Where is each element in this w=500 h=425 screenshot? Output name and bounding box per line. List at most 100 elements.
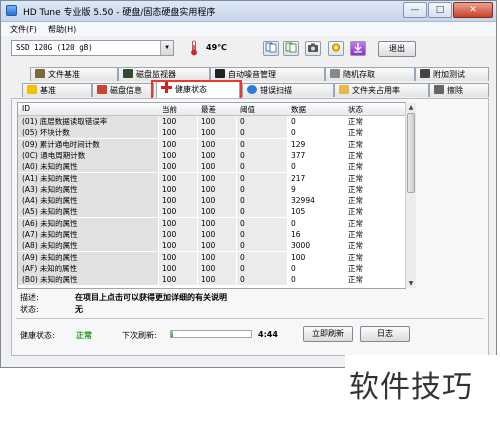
tab-label: 附加测试 — [433, 70, 465, 79]
chevron-down-icon[interactable]: ▼ — [160, 41, 173, 55]
description-label: 描述: — [20, 293, 39, 302]
tab-file-benchmark[interactable]: 文件基准 — [30, 67, 118, 81]
table-cell: 100 — [159, 229, 197, 240]
benchmark-icon — [27, 85, 37, 94]
table-cell: 0 — [237, 195, 287, 207]
table-row[interactable]: (B0) 未知的属性 100 100 0 0 正常 — [18, 274, 405, 286]
table-cell: (05) 坏块计数 — [18, 127, 158, 139]
table-cell: 100 — [198, 229, 236, 240]
menu-file[interactable]: 文件(F) — [10, 24, 37, 35]
copy-screen-icon[interactable] — [283, 41, 299, 56]
health-value: 正常 — [76, 331, 92, 340]
next-refresh-label: 下次刷新: — [122, 331, 157, 340]
tab-disk-info[interactable]: 磁盘信息 — [92, 83, 154, 97]
log-button[interactable]: 日志 — [360, 326, 410, 342]
table-row[interactable]: (A3) 未知的属性 100 100 0 9 正常 — [18, 183, 405, 195]
download-icon[interactable] — [350, 41, 366, 56]
table-scrollbar[interactable]: ▲ ▼ — [405, 103, 416, 288]
close-button[interactable]: ✕ — [453, 2, 493, 18]
status-value: 无 — [75, 305, 83, 314]
table-cell: 正常 — [348, 139, 363, 149]
options-icon[interactable] — [328, 41, 344, 56]
table-cell: 0 — [237, 274, 287, 286]
table-cell: 正常 — [348, 196, 363, 206]
refresh-progress-fill — [171, 331, 174, 337]
table-cell: 3000 — [291, 241, 311, 251]
table-cell: (01) 底层数据读取错误率 — [18, 116, 158, 127]
table-cell: 0 — [237, 161, 287, 173]
col-data[interactable]: 数据 — [291, 104, 306, 115]
exit-button[interactable]: 退出 — [378, 41, 416, 57]
table-cell: 0 — [237, 183, 287, 195]
table-cell: 100 — [198, 217, 236, 229]
tab-erase[interactable]: 擦除 — [429, 83, 489, 97]
camera-icon[interactable] — [305, 41, 321, 56]
table-header: ID 当前 最差 阈值 数据 状态 — [18, 103, 405, 116]
table-cell: 0 — [291, 162, 296, 172]
tab-benchmark[interactable]: 基准 — [22, 83, 92, 97]
aam-icon — [215, 69, 225, 78]
table-row[interactable]: (A7) 未知的属性 100 100 0 16 正常 — [18, 229, 405, 240]
table-cell: 100 — [159, 138, 197, 150]
table-cell: 正常 — [348, 230, 363, 239]
tab-extra-tests[interactable]: 附加测试 — [415, 67, 489, 81]
table-cell: 正常 — [348, 218, 363, 228]
table-cell: 0 — [237, 149, 287, 161]
table-cell: 100 — [198, 127, 236, 139]
menu-help[interactable]: 帮助(H) — [48, 24, 76, 35]
table-row[interactable]: (01) 底层数据读取错误率 100 100 0 0 正常 — [18, 116, 405, 127]
temperature-readout: 49℃ — [206, 43, 227, 52]
copy-info-icon[interactable] — [263, 41, 279, 56]
tab-aam[interactable]: 自动噪音管理 — [210, 67, 325, 81]
table-cell: 100 — [198, 240, 236, 252]
table-cell: 100 — [159, 172, 197, 184]
table-cell: 100 — [159, 251, 197, 263]
col-id[interactable]: ID — [22, 104, 30, 113]
refresh-now-button[interactable]: 立即刷新 — [303, 326, 353, 342]
table-cell: 16 — [291, 230, 301, 239]
col-status[interactable]: 状态 — [348, 104, 363, 115]
maximize-button[interactable]: □ — [428, 2, 452, 18]
table-row[interactable]: (09) 累计通电时间计数 100 100 0 129 正常 — [18, 138, 405, 150]
table-cell: 100 — [159, 217, 197, 229]
minimize-button[interactable]: — — [403, 2, 427, 18]
tab-random-access[interactable]: 随机存取 — [325, 67, 415, 81]
table-row[interactable]: (A9) 未知的属性 100 100 0 100 正常 — [18, 251, 405, 263]
drive-select[interactable]: SSD 120G (120 gB) ▼ — [11, 40, 174, 56]
window-title: HD Tune 专业版 5.50 - 硬盘/固态硬盘实用程序 — [23, 8, 216, 18]
tab-error-scan[interactable]: 错误扫描 — [242, 83, 334, 97]
tab-disk-monitor[interactable]: 磁盘监视器 — [118, 67, 210, 81]
table-cell: (0C) 通电周期计数 — [18, 149, 158, 161]
table-row[interactable]: (A8) 未知的属性 100 100 0 3000 正常 — [18, 240, 405, 252]
table-cell: 105 — [291, 207, 306, 217]
erase-icon — [434, 85, 444, 94]
scroll-up-icon[interactable]: ▲ — [406, 103, 416, 112]
table-cell: (A3) 未知的属性 — [18, 183, 158, 195]
table-row[interactable]: (A4) 未知的属性 100 100 0 32994 正常 — [18, 195, 405, 207]
table-cell: (A0) 未知的属性 — [18, 161, 158, 173]
table-row[interactable]: (A6) 未知的属性 100 100 0 0 正常 — [18, 217, 405, 229]
table-cell: 217 — [291, 173, 306, 183]
scrollbar-thumb[interactable] — [407, 113, 415, 193]
table-row[interactable]: (0C) 通电周期计数 100 100 0 377 正常 — [18, 149, 405, 161]
table-row[interactable]: (05) 坏块计数 100 100 0 0 正常 — [18, 127, 405, 139]
table-cell: 100 — [159, 149, 197, 161]
table-cell: 100 — [198, 262, 236, 274]
hdtune-app-icon — [6, 5, 17, 16]
table-cell: 0 — [237, 138, 287, 150]
col-threshold[interactable]: 阈值 — [240, 104, 255, 115]
tab-label: 文件夹占用率 — [352, 86, 400, 95]
table-cell: (A5) 未知的属性 — [18, 206, 158, 218]
tab-folder-usage[interactable]: 文件夹占用率 — [334, 83, 429, 97]
table-row[interactable]: (A1) 未知的属性 100 100 0 217 正常 — [18, 172, 405, 184]
table-row[interactable]: (A0) 未知的属性 100 100 0 0 正常 — [18, 161, 405, 173]
table-cell: 0 — [291, 218, 296, 228]
col-worst[interactable]: 最差 — [201, 104, 216, 115]
scroll-down-icon[interactable]: ▼ — [406, 279, 416, 288]
table-row[interactable]: (A5) 未知的属性 100 100 0 105 正常 — [18, 206, 405, 218]
table-row[interactable]: (AF) 未知的属性 100 100 0 0 正常 — [18, 262, 405, 274]
table-cell: 0 — [291, 117, 296, 126]
col-current[interactable]: 当前 — [162, 104, 177, 115]
table-cell: 100 — [291, 252, 306, 262]
table-cell: 0 — [237, 240, 287, 252]
